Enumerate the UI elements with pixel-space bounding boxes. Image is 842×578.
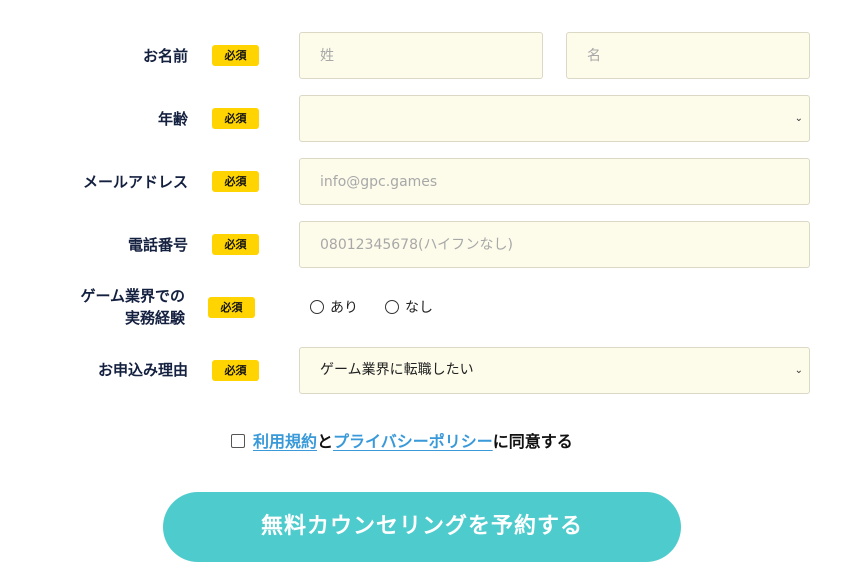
- privacy-policy-link[interactable]: プライバシーポリシー: [333, 432, 493, 451]
- experience-radio-yes[interactable]: あり: [310, 297, 358, 319]
- radio-circle-icon: [310, 300, 324, 314]
- experience-label: ゲーム業界での 実務経験: [80, 285, 185, 329]
- email-label: メールアドレス: [82, 173, 188, 191]
- submit-button[interactable]: 無料カウンセリングを予約する: [163, 492, 681, 562]
- agreement-suffix: に同意する: [492, 432, 573, 451]
- required-badge: 必須: [212, 45, 259, 66]
- required-badge: 必須: [208, 297, 255, 318]
- first-name-input[interactable]: [566, 32, 810, 79]
- phone-input[interactable]: [299, 221, 810, 268]
- required-badge: 必須: [212, 234, 259, 255]
- terms-link[interactable]: 利用規約: [253, 432, 317, 451]
- phone-label: 電話番号: [127, 236, 188, 254]
- email-input[interactable]: [299, 158, 810, 205]
- radio-label-yes: あり: [330, 300, 358, 316]
- experience-label-line2: 実務経験: [124, 309, 185, 327]
- age-select[interactable]: ⌄: [299, 95, 810, 142]
- name-label: お名前: [142, 47, 188, 65]
- required-badge: 必須: [212, 360, 259, 381]
- experience-label-line1: ゲーム業界での: [80, 287, 185, 305]
- required-badge: 必須: [212, 171, 259, 192]
- radio-circle-icon: [385, 300, 399, 314]
- experience-radio-no[interactable]: なし: [385, 297, 433, 319]
- chevron-down-icon: ⌄: [794, 365, 803, 376]
- required-badge: 必須: [212, 108, 259, 129]
- reason-select-value: ゲーム業界に転職したい: [320, 362, 474, 378]
- chevron-down-icon: ⌄: [794, 113, 803, 124]
- reason-label: お申込み理由: [97, 361, 188, 379]
- agree-checkbox[interactable]: [231, 434, 245, 448]
- radio-label-no: なし: [405, 300, 433, 316]
- agreement-row: 利用規約とプライバシーポリシーに同意する: [231, 430, 573, 454]
- agreement-and-text: と: [317, 432, 334, 451]
- reason-select[interactable]: ゲーム業界に転職したい ⌄: [299, 347, 810, 394]
- counseling-form: お名前 必須 年齢 必須 ⌄ メールアドレス 必須 電話番号 必須 ゲーム業界で…: [0, 0, 842, 578]
- age-label: 年齢: [157, 110, 188, 128]
- last-name-input[interactable]: [299, 32, 543, 79]
